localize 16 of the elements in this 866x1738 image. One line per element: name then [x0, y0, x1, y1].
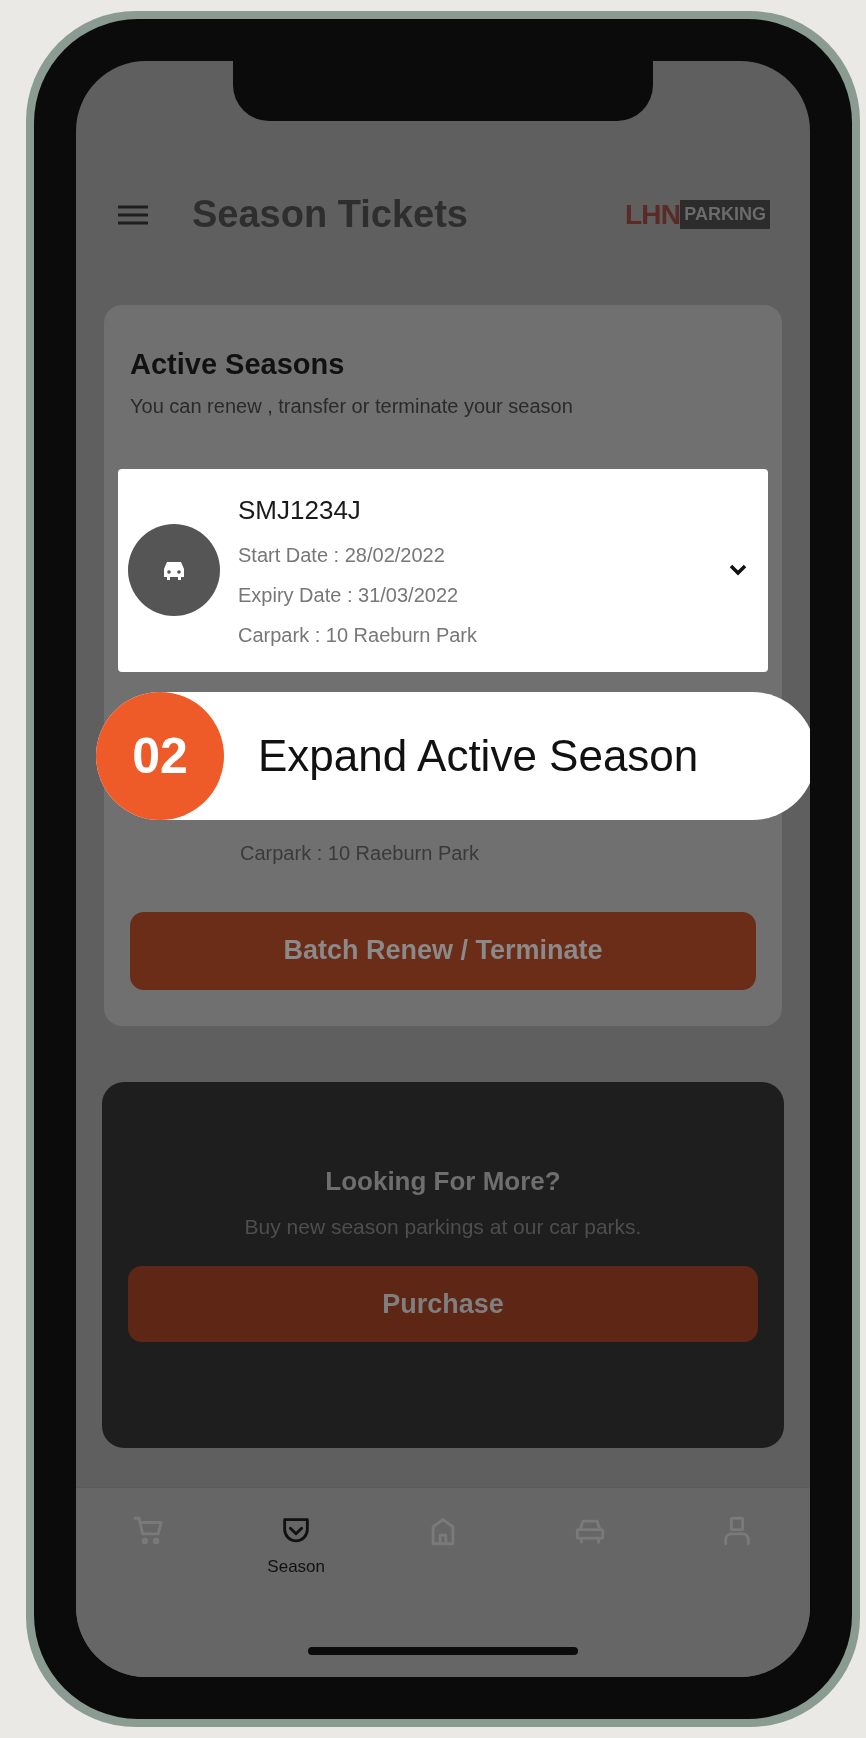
- plate-number: SMJ1234J: [238, 493, 362, 527]
- purchase-button[interactable]: Purchase: [128, 1266, 758, 1342]
- section-subtitle: You can renew , transfer or terminate your season: [130, 393, 574, 419]
- expiry-date: Expiry Date : 31/03/2022: [238, 582, 460, 608]
- step-number: 02: [96, 692, 224, 820]
- section-title: Active Seasons: [130, 347, 346, 382]
- carpark-name: Carpark : 10 Raeburn Park: [238, 622, 477, 648]
- logo: LHN PARKING: [624, 193, 770, 236]
- promo-title: Looking For More?: [325, 1164, 561, 1198]
- batch-renew-button[interactable]: Batch Renew / Terminate: [130, 911, 756, 990]
- start-date: Start Date : 28/02/2022: [238, 542, 446, 568]
- menu-icon[interactable]: [116, 203, 150, 226]
- callout-text: Expand Active Season: [258, 730, 699, 782]
- nav-tab[interactable]: Season: [236, 1514, 357, 1594]
- season-ticket-card[interactable]: SMJ1234J Start Date : 28/02/2022 Expiry Date : 31/03/2022 Carpark : 10 Raeburn Park: [118, 468, 768, 672]
- chevron-icon[interactable]: [728, 563, 748, 577]
